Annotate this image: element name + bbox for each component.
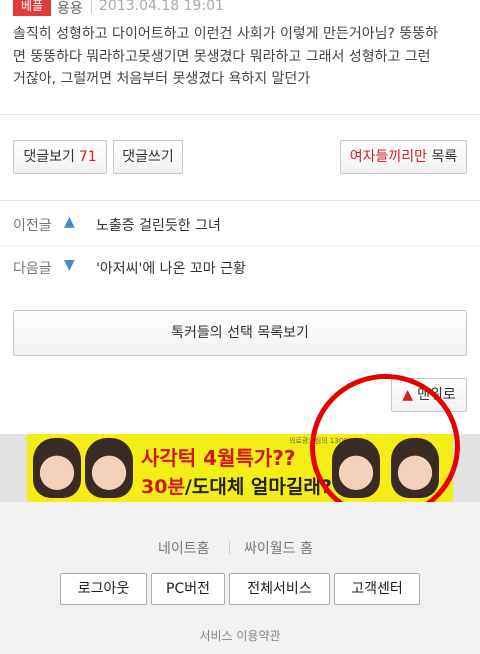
ad-subline: 30분/도대체 얼마길래? (141, 472, 332, 499)
list-label: 목록 (431, 149, 458, 165)
prev-post-title[interactable]: 노출증 걸린듯한 그녀 (96, 215, 221, 235)
talker-choice-list-button[interactable]: 톡커들의 선택 목록보기 (13, 310, 467, 356)
ad-photo (33, 438, 81, 498)
comment-count: 71 (78, 149, 97, 165)
divider (91, 0, 92, 14)
chevron-down-icon: ▼ (64, 257, 75, 273)
customer-center-button[interactable]: 고객센터 (334, 573, 420, 605)
nate-home-link[interactable]: 네이트홈 (158, 538, 210, 558)
comment-text: 솔직히 성형하고 다이어트하고 이런건 사회가 이렇게 만든거아님? 뚱뚱하 면… (13, 26, 438, 87)
next-label: 다음글 (13, 261, 52, 277)
next-post-row[interactable]: 다음글 ▼ '아저씨'에 나온 꼬마 근황 (0, 248, 480, 288)
ad-subline-rest: /도대체 얼마길래? (184, 476, 332, 498)
board-name: 여자들끼리만 (349, 149, 428, 165)
chevron-up-icon: ▲ (64, 214, 75, 230)
footer: 네이트홈 싸이월드 홈 로그아웃 PC버전 전체서비스 고객센터 서비스 이용약… (0, 502, 480, 654)
divider (0, 245, 480, 246)
best-badge: 베플 (13, 0, 51, 16)
comment-author[interactable]: 용용 (57, 0, 83, 18)
comment-meta: 베플 용용 2013.04.18 19:01 (0, 0, 480, 20)
divider (229, 541, 230, 554)
prev-label: 이전글 (13, 218, 52, 234)
all-services-button[interactable]: 전체서비스 (229, 573, 330, 605)
view-comments-button[interactable]: 댓글보기 71 (13, 140, 107, 174)
divider (0, 200, 480, 201)
ad-photo (85, 438, 133, 498)
next-post-title[interactable]: '아저씨'에 나온 꼬마 근황 (96, 258, 246, 278)
terms-link[interactable]: 서비스 이용약관 (0, 627, 480, 644)
ad-headline: 사각턱 4월특가?? (141, 446, 296, 470)
pc-version-button[interactable]: PC버전 (151, 573, 225, 605)
divider (0, 114, 480, 115)
prev-post-row[interactable]: 이전글 ▲ 노출증 걸린듯한 그녀 (0, 205, 480, 245)
write-comment-button[interactable]: 댓글쓰기 (113, 140, 183, 174)
ad-subline-highlight: 30분 (141, 476, 185, 498)
comment-date: 2013.04.18 19:01 (99, 0, 224, 14)
board-list-button[interactable]: 여자들끼리만 목록 (340, 140, 467, 174)
cyworld-home-link[interactable]: 싸이월드 홈 (244, 538, 313, 558)
logout-button[interactable]: 로그아웃 (60, 573, 147, 605)
view-comments-label: 댓글보기 (23, 149, 75, 165)
